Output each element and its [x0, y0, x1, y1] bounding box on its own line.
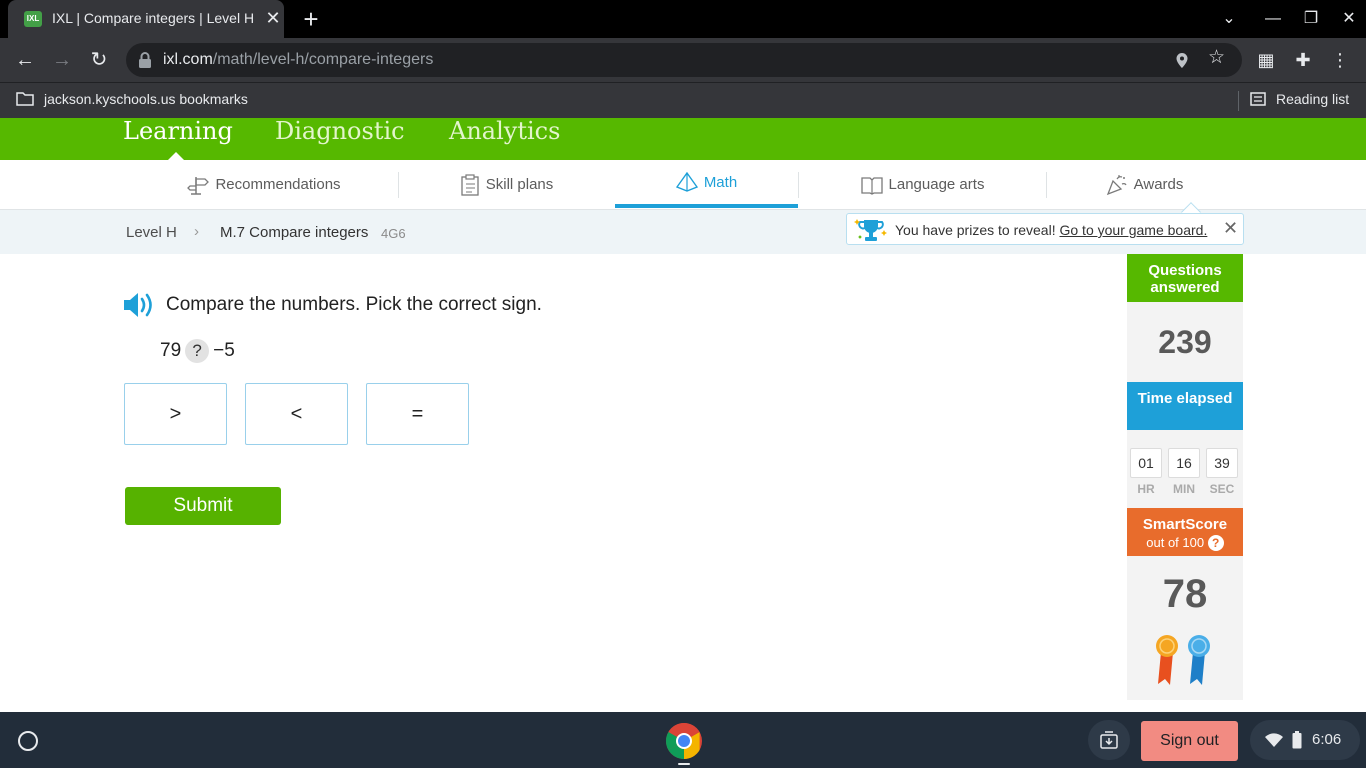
- new-tab-icon[interactable]: +: [298, 4, 324, 34]
- forward-arrow-icon[interactable]: →: [48, 46, 76, 74]
- less-than-button[interactable]: <: [245, 383, 348, 445]
- prize-text: You have prizes to reveal! Go to your ga…: [895, 222, 1207, 238]
- question-prompt: Compare the numbers. Pick the correct si…: [166, 294, 542, 315]
- active-nav-caret: [168, 152, 184, 160]
- time-minutes: 16: [1168, 448, 1200, 478]
- trophy-icon: [854, 219, 887, 241]
- smartscore-value: 78: [1162, 572, 1208, 616]
- tab-language-arts-label: Language arts: [888, 176, 985, 193]
- smartscore-out-of: out of 100: [1146, 535, 1205, 550]
- time-elapsed-header: Time elapsed: [1127, 382, 1243, 430]
- clipboard-icon: [461, 173, 479, 196]
- location-pin-icon[interactable]: [1175, 52, 1189, 69]
- address-bar[interactable]: ixl.com/math/level-h/compare-integers ☆: [126, 43, 1242, 77]
- chrome-icon[interactable]: [665, 722, 703, 760]
- right-number: −5: [213, 340, 235, 361]
- skill-code: 4G6: [381, 226, 406, 241]
- tab-recommendations[interactable]: Recommendations: [130, 160, 398, 209]
- smartscore-label: SmartScore: [1142, 516, 1228, 533]
- nav-diagnostic[interactable]: Diagnostic: [275, 118, 405, 144]
- sign-out-button[interactable]: Sign out: [1141, 721, 1238, 761]
- signpost-icon: [187, 176, 210, 195]
- minutes-label: MIN: [1173, 482, 1195, 496]
- left-number: 79: [160, 340, 182, 361]
- comparison-expression: 79 ? −5: [160, 339, 235, 363]
- subject-nav: Recommendations Skill plans Math Languag…: [0, 160, 1366, 210]
- launcher-icon[interactable]: [18, 731, 38, 751]
- clock: 6:06: [1312, 731, 1342, 748]
- tab-search-chevron-icon[interactable]: ⌄: [1215, 6, 1243, 32]
- breadcrumb-level[interactable]: Level H: [126, 224, 177, 241]
- tab-math[interactable]: Math: [615, 160, 798, 208]
- smartscore-subtitle: out of 100 ?: [1127, 534, 1243, 551]
- os-taskbar: Sign out 6:06: [0, 712, 1366, 768]
- prize-close-icon[interactable]: ✕: [1223, 218, 1238, 239]
- tote-icon: [1100, 731, 1118, 749]
- browser-tab[interactable]: IXL IXL | Compare integers | Level H mat…: [8, 0, 284, 38]
- ixl-favicon-icon: IXL: [24, 11, 42, 27]
- url-text: ixl.com/math/level-h/compare-integers: [163, 51, 434, 68]
- smartscore-header: SmartScore out of 100 ?: [1127, 508, 1243, 556]
- time-seconds: 39: [1206, 448, 1238, 478]
- equal-button[interactable]: =: [366, 383, 469, 445]
- minimize-icon[interactable]: —: [1259, 6, 1287, 32]
- greater-than-button[interactable]: >: [124, 383, 227, 445]
- browser-toolbar: ← → ↻ ixl.com/math/level-h/compare-integ…: [0, 38, 1366, 82]
- bookmark-folder-label: jackson.kyschools.us bookmarks: [44, 91, 248, 107]
- window-close-icon[interactable]: ✕: [1335, 6, 1363, 32]
- tab-math-label: Math: [703, 173, 738, 191]
- bookmarks-bar: jackson.kyschools.us bookmarks Reading l…: [0, 82, 1366, 118]
- reload-icon[interactable]: ↻: [85, 46, 113, 74]
- questions-answered-header: Questions answered: [1127, 254, 1243, 302]
- browser-tab-strip: IXL IXL | Compare integers | Level H mat…: [0, 0, 1366, 38]
- extensions-icon[interactable]: ✚: [1289, 46, 1317, 74]
- tab-skill-plans[interactable]: Skill plans: [399, 160, 614, 209]
- tab-skill-plans-label: Skill plans: [485, 176, 554, 193]
- tab-title: IXL | Compare integers | Level H math: [52, 10, 257, 26]
- questions-answered-value: 239: [1158, 324, 1212, 360]
- unknown-sign-placeholder: ?: [185, 339, 210, 363]
- tab-recommendations-label: Recommendations: [215, 176, 341, 193]
- wifi-icon: [1265, 733, 1283, 747]
- tab-awards-label: Awards: [1133, 176, 1184, 193]
- tab-awards[interactable]: Awards: [1047, 160, 1242, 209]
- party-popper-icon: [1106, 174, 1127, 195]
- ixl-main-nav: Learning Diagnostic Analytics: [0, 118, 1366, 160]
- tab-language-arts[interactable]: Language arts: [799, 160, 1046, 209]
- chrome-running-indicator: [678, 763, 690, 765]
- prize-message: You have prizes to reveal!: [895, 222, 1056, 238]
- smartscore-help-icon[interactable]: ?: [1207, 535, 1224, 551]
- extension-puzzle-piece-icon[interactable]: ▦: [1252, 46, 1280, 74]
- nav-analytics[interactable]: Analytics: [449, 118, 560, 144]
- prize-banner: You have prizes to reveal! Go to your ga…: [846, 213, 1244, 245]
- book-icon: [860, 176, 883, 195]
- tab-close-icon[interactable]: ✕: [261, 6, 285, 30]
- nav-learning[interactable]: Learning: [123, 118, 233, 144]
- breadcrumb-chevron-icon: ›: [194, 223, 199, 240]
- status-tray[interactable]: 6:06: [1250, 720, 1360, 760]
- lock-icon: [139, 52, 151, 68]
- more-menu-icon[interactable]: ⋮: [1326, 46, 1354, 74]
- back-arrow-icon[interactable]: ←: [11, 46, 39, 74]
- pyramid-icon: [675, 172, 698, 192]
- folder-icon: [16, 92, 34, 106]
- breadcrumb-skill: M.7 Compare integers: [220, 224, 369, 241]
- stats-sidebar: Questions answered 239 Time elapsed 01 1…: [1127, 254, 1243, 700]
- bookmark-folder[interactable]: jackson.kyschools.us bookmarks: [16, 91, 248, 107]
- restore-icon[interactable]: ❐: [1297, 6, 1325, 32]
- time-hours: 01: [1130, 448, 1162, 478]
- tote-button[interactable]: [1088, 720, 1130, 760]
- bookmarks-separator: [1238, 91, 1239, 111]
- bookmark-star-icon[interactable]: ☆: [1208, 46, 1225, 69]
- seconds-label: SEC: [1209, 482, 1235, 496]
- speaker-icon[interactable]: [122, 290, 156, 320]
- hours-label: HR: [1137, 482, 1155, 496]
- ribbon-awards-icon: [1156, 635, 1210, 685]
- reading-list-label: Reading list: [1276, 91, 1350, 107]
- submit-button[interactable]: Submit: [125, 487, 281, 525]
- game-board-link[interactable]: Go to your game board.: [1059, 222, 1207, 238]
- battery-icon: [1292, 731, 1302, 749]
- reading-list-button[interactable]: Reading list: [1250, 91, 1349, 107]
- reading-list-icon: [1250, 92, 1266, 106]
